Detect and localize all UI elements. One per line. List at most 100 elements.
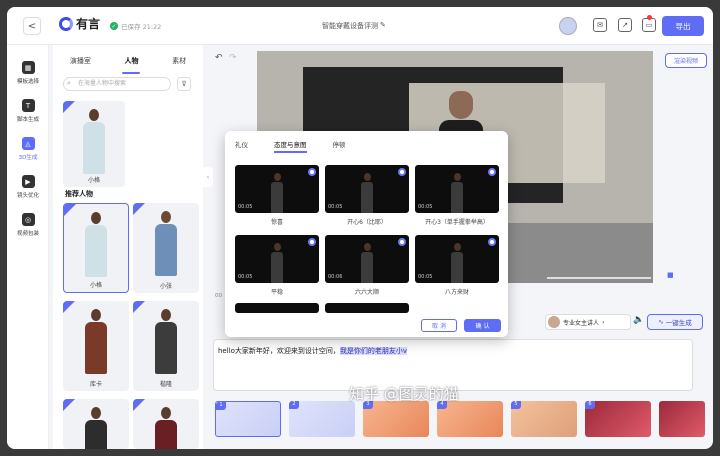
- action-picker-dialog: 礼仪 态度与意图 停顿 00:05 惊喜 00:05 开心6（比耶） 00:05…: [225, 131, 508, 337]
- clip-index: 6: [585, 401, 595, 409]
- duration-label: 00: [215, 293, 222, 299]
- timeline: 1 2 3 4 5 6: [213, 401, 707, 445]
- avatar[interactable]: [559, 17, 577, 35]
- timeline-clip[interactable]: 1: [215, 401, 281, 437]
- chart-icon: ◬: [21, 137, 35, 150]
- nav-script[interactable]: T 脚本生成: [7, 95, 49, 131]
- cancel-button[interactable]: 取 消: [421, 319, 457, 332]
- pose-figure: [360, 243, 374, 283]
- pose-figure: [270, 173, 284, 213]
- voice-selector[interactable]: 专业女主讲人 ›: [545, 314, 631, 330]
- mail-icon[interactable]: ✉: [593, 18, 607, 32]
- tab-materials[interactable]: 素材: [166, 53, 192, 71]
- tab-attitude[interactable]: 态度与意图: [274, 137, 307, 153]
- pose-thumbnail[interactable]: 00:05: [415, 235, 499, 283]
- select-icon[interactable]: [398, 238, 406, 246]
- new-tag: [64, 204, 76, 216]
- tab-pause[interactable]: 停顿: [333, 137, 346, 151]
- character-card[interactable]: [63, 399, 129, 449]
- select-icon[interactable]: [488, 238, 496, 246]
- character-card[interactable]: 小格: [63, 101, 125, 187]
- undo-icon[interactable]: ↶: [215, 53, 223, 63]
- timeline-clip[interactable]: 2: [289, 401, 355, 437]
- pose-thumbnail[interactable]: 00:05: [415, 165, 499, 213]
- pose-figure: [450, 173, 464, 213]
- filter-icon[interactable]: ⊽: [177, 77, 191, 91]
- pose-thumbnail[interactable]: 00:05: [235, 235, 319, 283]
- timeline-clip[interactable]: 4: [437, 401, 503, 437]
- timeline-clip[interactable]: 5: [511, 401, 577, 437]
- logo-icon: [59, 16, 73, 31]
- tab-characters[interactable]: 人物: [118, 53, 144, 74]
- back-button[interactable]: <: [23, 17, 41, 35]
- timeline-clip[interactable]: [659, 401, 705, 437]
- confirm-button[interactable]: 确 认: [464, 319, 501, 332]
- export-button[interactable]: 导出: [662, 16, 704, 36]
- grid-icon: ▦: [21, 61, 35, 74]
- select-icon[interactable]: [308, 238, 316, 246]
- nav-camera[interactable]: ▶ 镜头优化: [7, 171, 49, 207]
- new-tag: [133, 203, 145, 215]
- edit-icon[interactable]: ✎: [380, 21, 386, 31]
- character-card[interactable]: 小张: [133, 203, 199, 293]
- character-card[interactable]: [133, 399, 199, 449]
- volume-icon[interactable]: 🔈: [633, 315, 644, 325]
- new-tag: [133, 301, 145, 313]
- pose-duration: 00:05: [418, 274, 433, 280]
- redo-icon[interactable]: ↷: [229, 53, 237, 63]
- new-tag: [63, 101, 75, 113]
- watermark: 知乎 @图灵的猫: [349, 385, 459, 403]
- brand-logo: 有言: [59, 15, 100, 32]
- character-figure: [85, 309, 107, 374]
- pose-thumbnail[interactable]: 00:05: [325, 165, 409, 213]
- share-icon[interactable]: ↗: [618, 18, 632, 32]
- select-icon[interactable]: [488, 168, 496, 176]
- notification-badge: [647, 15, 652, 20]
- select-icon[interactable]: [398, 168, 406, 176]
- nav-packaging-label: 视频包装: [16, 231, 39, 237]
- pose-thumbnail[interactable]: 00:05: [235, 165, 319, 213]
- pose-thumbnail[interactable]: [235, 303, 319, 313]
- character-card[interactable]: 小格: [63, 203, 129, 293]
- character-card[interactable]: 楷隆: [133, 301, 199, 391]
- playback-bar[interactable]: [547, 277, 651, 279]
- nav-3d[interactable]: ◬ 3D生成: [7, 133, 49, 169]
- character-figure: [155, 309, 177, 374]
- text-icon: T: [21, 99, 35, 112]
- select-icon[interactable]: [308, 168, 316, 176]
- tab-etiquette[interactable]: 礼仪: [235, 137, 248, 151]
- clip-index: 1: [216, 402, 226, 410]
- pose-thumbnail[interactable]: 00:06: [325, 235, 409, 283]
- save-status-text: 已保存 21:22: [121, 23, 162, 31]
- side-nav: ▦ 模板选择 T 脚本生成 ◬ 3D生成 ▶ 镜头优化 ◎ 视频包装: [7, 45, 49, 449]
- character-card[interactable]: 库卡: [63, 301, 129, 391]
- clip-index: 5: [511, 401, 521, 409]
- brand-name: 有言: [76, 17, 101, 31]
- timeline-clip[interactable]: 3: [363, 401, 429, 437]
- generate-button[interactable]: ∿ 一键生成: [647, 314, 703, 330]
- script-highlight: 我是你们的老朋友小v: [339, 347, 408, 355]
- tab-studio[interactable]: 演播室: [64, 53, 97, 71]
- section-title: 推荐人物: [65, 190, 93, 198]
- nav-template[interactable]: ▦ 模板选择: [7, 57, 49, 93]
- camera-icon[interactable]: ■: [667, 271, 674, 279]
- pose-duration: 00:05: [328, 204, 343, 210]
- character-figure: [155, 211, 177, 276]
- pose-thumbnail[interactable]: [325, 303, 409, 313]
- pose-figure: [360, 173, 374, 213]
- search-input[interactable]: 在海量人物中搜索: [63, 77, 171, 91]
- timeline-clip[interactable]: 6: [585, 401, 651, 437]
- pose-duration: 00:05: [238, 274, 253, 280]
- nav-packaging[interactable]: ◎ 视频包装: [7, 209, 49, 245]
- render-video-button[interactable]: 渲染视频: [665, 53, 707, 68]
- camera-icon: ▶: [21, 175, 35, 188]
- character-name: 小格: [87, 177, 100, 184]
- new-tag: [63, 399, 75, 411]
- character-figure: [83, 109, 105, 174]
- pose-figure: [270, 243, 284, 283]
- app-window: < 有言 ✓ 已保存 21:22 智能穿戴设备评测 ✎ ✉ ↗ ▭ 导出 ▦ 模…: [7, 7, 713, 449]
- pose-label: 八方来财: [444, 289, 469, 296]
- pose-duration: 00:06: [328, 274, 343, 280]
- document-title[interactable]: 智能穿戴设备评测 ✎: [322, 21, 386, 31]
- folder-icon[interactable]: ▭: [642, 18, 656, 32]
